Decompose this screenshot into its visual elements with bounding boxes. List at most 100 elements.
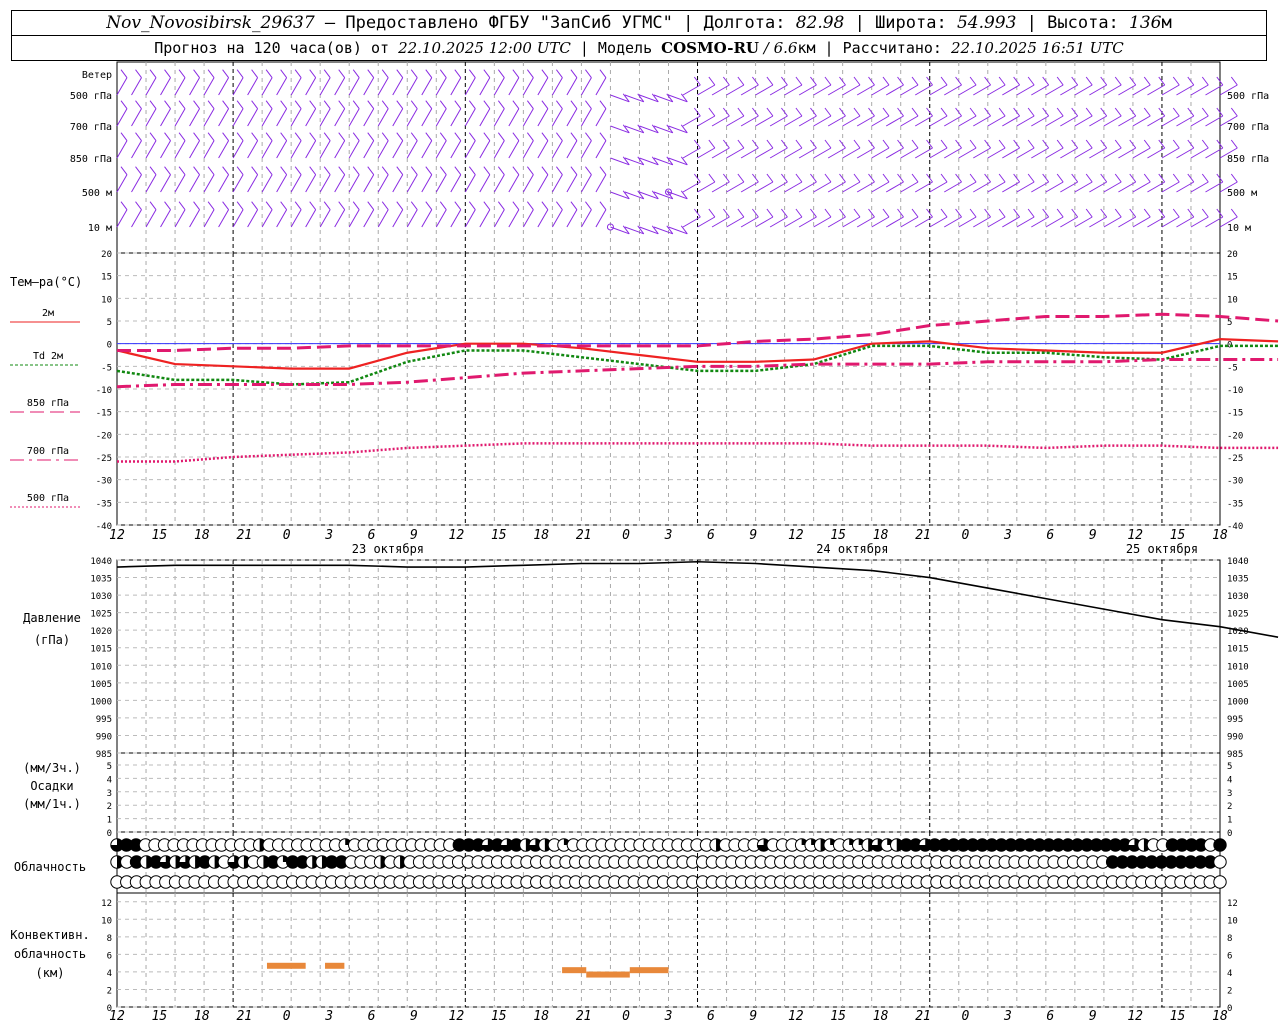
wind-barb	[189, 108, 200, 127]
wind-barb	[551, 77, 563, 96]
wind-barb	[900, 147, 919, 159]
wind-barb-feather	[810, 139, 817, 149]
pressure-tick-label: 1015	[90, 645, 112, 655]
wind-barb-feather	[468, 100, 476, 109]
wind-barb-feather	[541, 201, 549, 210]
wind-barb	[987, 147, 1006, 159]
wind-barb	[1161, 147, 1180, 159]
x-tick-label: 9	[749, 1009, 757, 1024]
wind-barb-feather	[280, 201, 288, 210]
wind-barb	[290, 140, 302, 159]
wind-barb	[305, 140, 317, 159]
wind-barb	[203, 174, 215, 193]
wind-barb-feather	[911, 76, 919, 86]
conv-bar	[629, 967, 669, 974]
wind-barb	[305, 77, 317, 96]
wind-barb	[537, 174, 549, 193]
wind-barb-feather	[955, 139, 962, 149]
meteogram: Ветер 500 гПа 700 гПа 850 гПа 500 м 10 м 500 г…	[10, 61, 1279, 1024]
wind-barb-feather	[483, 132, 491, 141]
wind-barb	[697, 147, 716, 159]
conv-title-2: облачность	[14, 947, 86, 961]
wind-barb-feather	[512, 166, 520, 175]
wind-barb-feather	[599, 69, 607, 78]
wind-barb	[566, 77, 578, 96]
wind-barb	[929, 147, 948, 159]
wind-barb	[726, 216, 745, 228]
wind-barb	[595, 174, 607, 193]
wind-barb	[1074, 84, 1093, 96]
conv-tick-label-right: 4	[1227, 969, 1232, 979]
wind-barb	[218, 140, 230, 159]
pressure-tick-label-right: 1030	[1227, 592, 1249, 602]
wind-barb	[755, 216, 774, 228]
wind-barb	[493, 108, 505, 127]
wind-barb-feather	[381, 166, 389, 175]
wind-barb	[987, 115, 1006, 127]
date-label: 24 октября	[816, 542, 888, 556]
wind-barb-feather	[323, 132, 331, 141]
x-tick-label: 12	[788, 528, 804, 543]
wind-barb-feather	[207, 201, 215, 210]
pressure-tick-label: 1000	[90, 697, 112, 707]
wind-barb-feather	[454, 69, 462, 78]
x-tick-label: 0	[622, 1009, 630, 1024]
conv-tick-label: 12	[101, 899, 112, 909]
wind-barb-feather	[737, 139, 745, 149]
wind-barb-feather	[251, 100, 259, 109]
temp-tick-label: 0	[107, 341, 112, 351]
wind-barb-feather	[1172, 107, 1180, 117]
wind-barb	[435, 77, 447, 96]
wind-barb	[900, 216, 919, 228]
wind-barb	[247, 209, 259, 228]
wind-barb	[276, 108, 288, 127]
precip-tick-label-right: 3	[1227, 789, 1232, 799]
wind-barb	[580, 209, 592, 228]
wind-barb	[929, 84, 948, 96]
precip-tick-label-right: 2	[1227, 802, 1232, 812]
wind-barb-feather	[1100, 107, 1108, 117]
wind-barb-feather	[120, 201, 128, 210]
wind-barb	[450, 174, 462, 193]
wind-barb	[131, 174, 142, 193]
wind-barb-feather	[1114, 208, 1122, 218]
wind-barb	[406, 140, 418, 159]
wind-barb-feather	[439, 132, 447, 141]
wind-barb	[580, 77, 592, 96]
wind-barb-feather	[751, 139, 759, 149]
temp-tick-label: -20	[96, 431, 112, 441]
wind-barb-feather	[323, 201, 331, 210]
wind-barb	[363, 140, 375, 159]
wind-barb-feather	[323, 100, 331, 109]
conv-tick-label: 4	[107, 969, 112, 979]
wind-barb-feather	[1056, 173, 1064, 183]
precip-tick-label-right: 1	[1227, 816, 1232, 826]
temp-tick-label: -25	[96, 454, 112, 464]
wind-barb-feather	[1230, 173, 1238, 183]
wind-barb	[871, 147, 890, 159]
wind-barb	[1074, 216, 1093, 228]
wind-barb	[116, 77, 128, 96]
conv-tick-label: 10	[101, 916, 112, 926]
precip-unit-bottom: (мм/1ч.)	[23, 797, 81, 811]
wind-barb	[551, 140, 563, 159]
conv-tick-label-right: 6	[1227, 951, 1232, 961]
wind-barb	[261, 140, 273, 159]
wind-barb	[435, 209, 447, 228]
wind-barb-feather	[1201, 139, 1209, 149]
legend-label: Td 2м	[33, 351, 63, 362]
wind-barb-feather	[251, 166, 259, 175]
wind-barb-feather	[135, 69, 142, 78]
wind-barb	[595, 77, 607, 96]
wind-barb-feather	[940, 139, 948, 149]
wind-barb-feather	[1187, 139, 1195, 149]
wind-barb-feather	[396, 166, 404, 175]
wind-barb-feather	[795, 107, 803, 117]
wind-barb-feather	[149, 100, 157, 109]
wind-barb	[987, 181, 1006, 193]
wind-barb-feather	[1013, 139, 1021, 149]
wind-barb-feather	[824, 107, 832, 117]
wind-barb-feather	[149, 166, 157, 175]
wind-barb	[595, 108, 607, 127]
wind-barb	[479, 209, 491, 228]
